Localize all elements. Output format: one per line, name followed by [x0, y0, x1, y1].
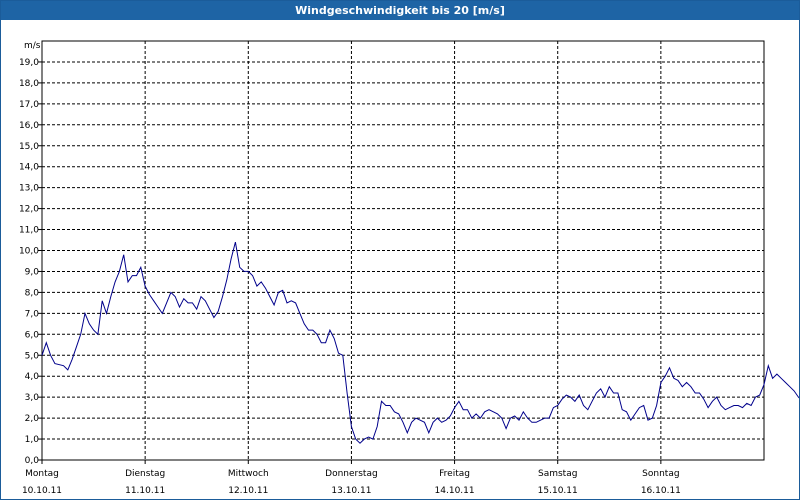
x-tick-date-label: 10.10.11	[22, 486, 62, 496]
y-tick-label: 5,0	[25, 351, 40, 361]
y-tick-label: 6,0	[25, 330, 40, 340]
y-tick-label: 8,0	[25, 288, 40, 298]
x-tick-day-label: Montag	[25, 469, 59, 479]
x-tick-date-label: 15.10.11	[538, 486, 578, 496]
chart-window: Windgeschwindigkeit bis 20 [m/s] 0,0 1,0 2…	[0, 0, 800, 500]
y-tick-label: 15,0	[19, 142, 39, 152]
y-tick-label: 2,0	[25, 414, 40, 424]
y-tick-label: 12,0	[19, 205, 39, 215]
y-tick-label: 7,0	[25, 309, 40, 319]
x-tick-day-label: Sonntag	[642, 469, 679, 479]
x-tick-date-label: 11.10.11	[125, 486, 165, 496]
y-tick-label: 3,0	[25, 393, 40, 403]
y-tick-label: 17,0	[19, 100, 39, 110]
x-axis: Montag 10.10.11 Dienstag 11.10.11 Mittwoch 12…	[22, 460, 681, 496]
y-tick-label: 4,0	[25, 372, 40, 382]
y-tick-label: 0,0	[25, 456, 40, 466]
y-tick-label: 11,0	[19, 226, 39, 236]
x-tick-day-label: Samstag	[538, 469, 577, 479]
y-tick-label: 13,0	[19, 184, 39, 194]
x-tick-date-label: 16.10.11	[641, 486, 681, 496]
y-tick-label: 10,0	[19, 247, 39, 257]
x-tick-day-label: Donnerstag	[325, 469, 378, 479]
x-tick-day-label: Freitag	[439, 469, 470, 479]
y-tick-label: 18,0	[19, 79, 39, 89]
y-tick-label: 19,0	[19, 58, 39, 68]
x-tick-date-label: 12.10.11	[228, 486, 268, 496]
y-tick-label: 9,0	[25, 267, 40, 277]
y-axis: 0,0 1,0 2,0 3,0 4,0 5,0 6,0 7,0 8,0 9,0 10,0 11,0 12…	[19, 58, 42, 466]
wind-speed-chart: 0,0 1,0 2,0 3,0 4,0 5,0 6,0 7,0 8,0 9,0 10,0 11,0 12…	[19, 40, 799, 496]
y-tick-label: 1,0	[25, 435, 40, 445]
y-tick-label: 16,0	[19, 121, 39, 131]
y-tick-label: 14,0	[19, 163, 39, 173]
y-axis-unit-label: m/s	[24, 41, 41, 51]
x-tick-date-label: 13.10.11	[331, 486, 371, 496]
x-tick-day-label: Mittwoch	[228, 469, 269, 479]
x-tick-date-label: 14.10.11	[435, 486, 475, 496]
x-tick-day-label: Dienstag	[125, 469, 165, 479]
